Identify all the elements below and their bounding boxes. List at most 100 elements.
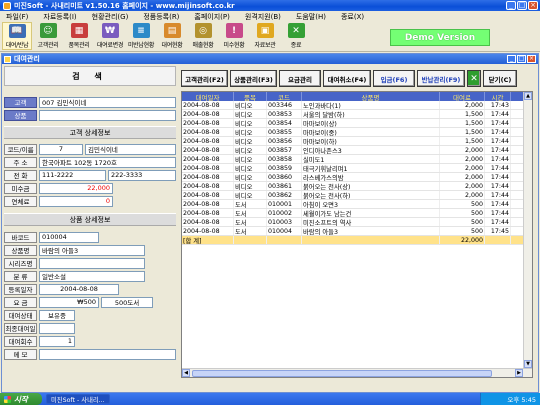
menu-remote[interactable]: 원격지원(B) xyxy=(245,12,281,22)
horizontal-scroll-thumb[interactable] xyxy=(192,370,492,377)
customer-phone-row: 전 화 111-2222 222-3333 xyxy=(4,169,176,181)
menu-exit[interactable]: 종료(X) xyxy=(341,12,364,22)
reg-date-label: 등록일자 xyxy=(4,283,37,295)
header-time[interactable]: 시간 xyxy=(485,92,511,101)
customer-address-field[interactable]: 한국아파트 102동 1720호 xyxy=(39,156,176,168)
menu-register[interactable]: 자료등록(I) xyxy=(43,12,76,22)
barcode-field[interactable]: 010004 xyxy=(39,231,99,243)
product-name-field[interactable]: 바람의 아들3 xyxy=(39,244,145,256)
receivable-field[interactable]: 22,000 xyxy=(39,182,113,194)
table-row[interactable]: 2004-08-08 비디오 003856 마마보이(하) 1,500 17:44 xyxy=(182,137,532,146)
scroll-up-arrow-icon[interactable]: ▲ xyxy=(524,92,532,100)
customer-code-field[interactable]: 7 xyxy=(39,143,83,155)
table-row[interactable]: 2004-08-08 도서 010001 아침이 오면3 500 17:44 xyxy=(182,200,532,209)
inner-minimize-button[interactable]: _ xyxy=(507,55,516,63)
tool-rent-return[interactable]: 📖 대여/반납 xyxy=(2,22,32,50)
cell-category: 비디오 xyxy=(234,155,267,163)
cell-code: 003854 xyxy=(267,119,302,127)
close-button[interactable]: × xyxy=(528,1,538,10)
phone2-field[interactable]: 222-3333 xyxy=(108,169,176,181)
fee-amount-field[interactable]: ₩500 xyxy=(39,296,99,308)
memo-field[interactable] xyxy=(39,348,176,360)
tool-sales[interactable]: ◎ 매출현황 xyxy=(188,22,218,50)
header-title[interactable]: 상품명 xyxy=(302,92,440,101)
rental-count-field[interactable]: 1 xyxy=(39,335,75,347)
table-row[interactable]: 2004-08-08 비디오 003859 태극기휘날리며1 2,000 17:44 xyxy=(182,164,532,173)
header-category[interactable]: 품목 xyxy=(234,92,267,101)
cell-category: 비디오 xyxy=(234,137,267,145)
return-manage-button[interactable]: 반납관리(F9) xyxy=(417,70,465,87)
tool-rental-status[interactable]: ▤ 대여현황 xyxy=(157,22,187,50)
product-manage-button[interactable]: 상품관리(F3) xyxy=(230,70,277,87)
overdue-field[interactable]: 0 xyxy=(39,195,113,207)
menu-homepage[interactable]: 홈페이지(P) xyxy=(194,12,229,22)
scroll-left-arrow-icon[interactable]: ◀ xyxy=(182,369,190,377)
cell-title: 마마보이(상) xyxy=(302,119,440,127)
vertical-scrollbar[interactable]: ▲ ▼ xyxy=(523,92,532,377)
header-fee[interactable]: 대여료 xyxy=(440,92,485,101)
tool-product[interactable]: ▦ 품목관리 xyxy=(64,22,94,50)
product-label: 상품 xyxy=(4,109,37,121)
table-row[interactable]: 2004-08-08 비디오 003855 마마보이(중) 1,500 17:44 xyxy=(182,128,532,137)
table-row[interactable]: 2004-08-08 비디오 003861 붉어오는 천사(상) 2,000 17:44 xyxy=(182,182,532,191)
phone-label: 전 화 xyxy=(4,169,37,181)
tool-unreturned[interactable]: ≡ 미반납현황 xyxy=(126,22,156,50)
table-row[interactable]: 2004-08-08 도서 010004 바람의 아들3 500 17:45 xyxy=(182,227,532,236)
inner-close-button[interactable]: × xyxy=(527,55,536,63)
customer-search-input[interactable]: 007 김민식이네 xyxy=(39,96,176,108)
menu-file[interactable]: 파일(F) xyxy=(6,12,28,22)
inner-maximize-button[interactable]: □ xyxy=(517,55,526,63)
cell-time: 17:44 xyxy=(485,146,511,154)
maximize-button[interactable]: □ xyxy=(517,1,527,10)
menu-status[interactable]: 현황관리(G) xyxy=(92,12,129,22)
header-code[interactable]: 코드 xyxy=(267,92,302,101)
inner-window-controls: _ □ × xyxy=(507,55,536,63)
last-rental-field[interactable] xyxy=(39,322,75,334)
phone1-field[interactable]: 111-2222 xyxy=(39,169,106,181)
cell-date: 2004-08-08 xyxy=(182,110,234,118)
cell-date: 2004-08-08 xyxy=(182,101,234,109)
fee-type-field[interactable]: 500도서 xyxy=(101,296,153,308)
cell-code: 003858 xyxy=(267,155,302,163)
table-row[interactable]: 2004-08-08 비디오 003862 붉어오는 천사(하) 2,000 17:44 xyxy=(182,191,532,200)
table-row[interactable]: 2004-08-08 비디오 003853 서울의 달밤(하) 1,500 17:44 xyxy=(182,110,532,119)
rental-grid[interactable]: 대여일자 품목 코드 상품명 대여료 시간 2004-08-08 비디오 00334… xyxy=(181,91,533,378)
table-row[interactable]: 2004-08-08 비디오 003346 노인과바다(1) 2,000 17:43 xyxy=(182,101,532,110)
tool-customer[interactable]: ☺ 고객관리 xyxy=(33,22,63,50)
table-row[interactable]: 2004-08-08 비디오 003854 마마보이(상) 1,500 17:44 xyxy=(182,119,532,128)
series-label: 시리즈명 xyxy=(4,257,37,269)
menu-license[interactable]: 정품등록(R) xyxy=(143,12,179,22)
menu-help[interactable]: 도움말(H) xyxy=(296,12,326,22)
rental-cancel-button[interactable]: 대여취소(F4) xyxy=(323,70,371,87)
table-row[interactable]: 2004-08-08 비디오 003858 실미도1 2,000 17:44 xyxy=(182,155,532,164)
header-date[interactable]: 대여일자 xyxy=(182,92,234,101)
taskbar-app-mijinsoft[interactable]: 미진Soft - 사내리... xyxy=(46,394,110,404)
horizontal-scrollbar[interactable]: ◀ ▶ xyxy=(182,368,532,377)
tool-fee[interactable]: ₩ 대여료변경 xyxy=(95,22,125,50)
code-name-label: 코드/이름 xyxy=(4,143,37,155)
cell-date: 2004-08-08 xyxy=(182,164,234,172)
series-field[interactable] xyxy=(39,257,145,269)
reg-date-field[interactable]: 2004-08-08 xyxy=(39,283,119,295)
start-button[interactable]: 시작 xyxy=(0,393,42,405)
scroll-down-arrow-icon[interactable]: ▼ xyxy=(524,360,532,368)
tool-exit[interactable]: ✕ 종료 xyxy=(281,22,311,50)
minimize-button[interactable]: _ xyxy=(506,1,516,10)
category-field[interactable]: 일반소설 xyxy=(39,270,145,282)
close-x-icon[interactable]: ✕ xyxy=(467,70,481,87)
table-row[interactable]: 2004-08-08 비디오 003857 인디아나존스3 2,000 17:44 xyxy=(182,146,532,155)
chart-icon: ▤ xyxy=(163,23,181,38)
customer-manage-button[interactable]: 고객관리(F2) xyxy=(181,70,228,87)
table-row[interactable]: 2004-08-08 도서 010002 세월이가도 남는건 500 17:44 xyxy=(182,209,532,218)
rental-status-field[interactable]: 보유중 xyxy=(39,309,75,321)
deposit-button[interactable]: 입금(F6) xyxy=(373,70,415,87)
fee-manage-button[interactable]: 요금관리 xyxy=(279,70,321,87)
tool-receivables[interactable]: ! 미수현황 xyxy=(219,22,249,50)
tool-backup[interactable]: ▣ 자료보관 xyxy=(250,22,280,50)
customer-name-field[interactable]: 김민식이네 xyxy=(85,143,176,155)
product-search-input[interactable] xyxy=(39,109,176,121)
table-row[interactable]: 2004-08-08 비디오 003860 라스베가스의밤 2,000 17:44 xyxy=(182,173,532,182)
table-row[interactable]: 2004-08-08 도서 010003 미진소프트의 역사 500 17:44 xyxy=(182,218,532,227)
close-window-button[interactable]: 닫기(C) xyxy=(483,70,517,87)
scroll-right-arrow-icon[interactable]: ▶ xyxy=(515,369,523,377)
